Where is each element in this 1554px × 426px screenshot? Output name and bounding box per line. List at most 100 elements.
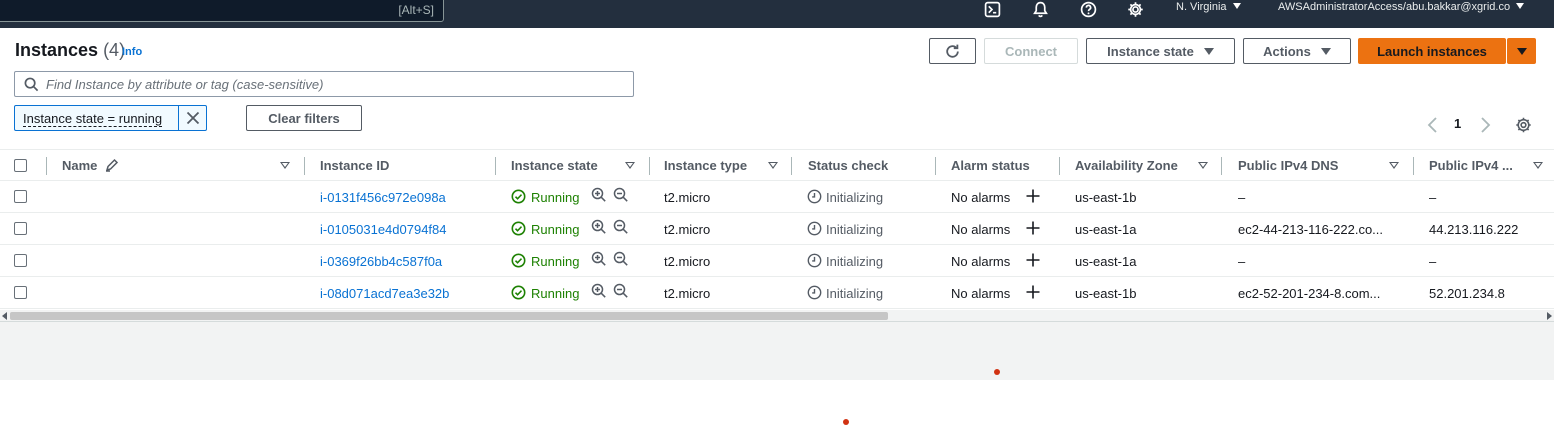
check-circle-icon (511, 285, 526, 300)
zoom-out-icon[interactable] (613, 187, 629, 203)
column-header-name[interactable]: Name (62, 158, 119, 173)
instance-id-link[interactable]: i-0105031e4d0794f84 (320, 222, 447, 237)
instance-type: t2.micro (664, 190, 711, 205)
scrollbar-thumb[interactable] (10, 312, 888, 320)
chevron-down-icon (1516, 47, 1527, 55)
public-ip: 52.201.234.8 (1429, 286, 1505, 301)
zoom-out-icon[interactable] (613, 283, 629, 299)
cloudshell-icon[interactable] (982, 0, 1002, 18)
top-nav: [Alt+S] N. Virginia AWSAdministratorAcce… (0, 0, 1554, 28)
refresh-button[interactable] (929, 38, 976, 64)
instance-state-button[interactable]: Instance state (1086, 38, 1235, 64)
zoom-in-icon[interactable] (591, 283, 607, 299)
scroll-left-icon[interactable] (2, 312, 7, 320)
add-alarm-icon[interactable] (1025, 284, 1041, 300)
table-row[interactable]: i-0105031e4d0794f84 Running t2.micro Ini… (0, 213, 1554, 245)
row-checkbox[interactable] (14, 254, 27, 267)
previous-page-icon[interactable] (1426, 116, 1440, 134)
table-row[interactable]: i-08d071acd7ea3e32b Running t2.micro Ini… (0, 277, 1554, 309)
alarm-status: No alarms (951, 222, 1011, 237)
sort-icon[interactable] (1533, 162, 1543, 169)
sort-icon[interactable] (1389, 162, 1399, 169)
account-menu[interactable]: AWSAdministratorAccess/abu.bakkar@xgrid.… (1278, 1, 1525, 13)
region-selector[interactable]: N. Virginia (1176, 1, 1241, 13)
page-title-text: Instances (15, 40, 99, 60)
column-header-instance-type[interactable]: Instance type (664, 158, 747, 173)
row-checkbox[interactable] (14, 222, 27, 235)
column-divider (495, 157, 496, 175)
notifications-icon[interactable] (1030, 0, 1050, 18)
column-header-public-ipv4[interactable]: Public IPv4 ... (1429, 158, 1513, 173)
global-search[interactable]: [Alt+S] (0, 0, 444, 22)
column-header-alarm-status[interactable]: Alarm status (951, 158, 1030, 173)
region-label: N. Virginia (1176, 1, 1227, 13)
availability-zone: us-east-1b (1075, 286, 1137, 301)
column-header-public-ipv4-dns[interactable]: Public IPv4 DNS (1238, 158, 1338, 173)
instance-id-link[interactable]: i-0131f456c972e098a (320, 190, 446, 205)
split-panel-area (0, 322, 1554, 380)
clock-icon (807, 189, 822, 204)
filter-token-text: Instance state = running (23, 111, 163, 127)
check-circle-icon (511, 253, 526, 268)
clock-icon (807, 285, 822, 300)
page-title: Instances (4) (15, 40, 125, 61)
search-input[interactable] (46, 75, 626, 93)
zoom-out-icon[interactable] (613, 251, 629, 267)
help-icon[interactable] (1078, 0, 1098, 18)
row-checkbox[interactable] (14, 190, 27, 203)
sort-icon[interactable] (625, 162, 635, 169)
instance-id-link[interactable]: i-0369f26bb4c587f0a (320, 254, 442, 269)
check-circle-icon (511, 221, 526, 236)
scroll-right-icon[interactable] (1547, 312, 1552, 320)
zoom-in-icon[interactable] (591, 187, 607, 203)
clear-filters-button[interactable]: Clear filters (246, 105, 362, 131)
actions-button[interactable]: Actions (1243, 38, 1351, 64)
add-alarm-icon[interactable] (1025, 220, 1041, 236)
column-divider (1221, 157, 1222, 175)
refresh-icon (946, 44, 959, 58)
status-check: Initializing (826, 190, 884, 205)
zoom-in-icon[interactable] (591, 251, 607, 267)
add-alarm-icon[interactable] (1025, 188, 1041, 204)
connect-button[interactable]: Connect (984, 38, 1078, 64)
launch-instances-button[interactable]: Launch instances (1358, 38, 1506, 64)
instance-search[interactable] (14, 71, 634, 97)
zoom-out-icon[interactable] (613, 219, 629, 235)
status-check: Initializing (826, 254, 884, 269)
launch-options-button[interactable] (1507, 38, 1536, 64)
launch-instances-label: Launch instances (1377, 43, 1487, 59)
column-header-instance-state[interactable]: Instance state (511, 158, 598, 173)
zoom-in-icon[interactable] (591, 219, 607, 235)
instance-id-link[interactable]: i-08d071acd7ea3e32b (320, 286, 449, 301)
search-shortcut: [Alt+S] (398, 3, 434, 17)
table-row[interactable]: i-0131f456c972e098a Running t2.micro Ini… (0, 181, 1554, 213)
column-divider (1413, 157, 1414, 175)
remove-filter-button[interactable] (179, 106, 206, 130)
row-checkbox[interactable] (14, 286, 27, 299)
column-header-instance-id[interactable]: Instance ID (320, 158, 389, 173)
add-alarm-icon[interactable] (1025, 252, 1041, 268)
public-dns: ec2-52-201-234-8.com... (1238, 286, 1381, 301)
select-all-checkbox[interactable] (14, 159, 27, 172)
settings-icon[interactable] (1125, 0, 1145, 18)
column-divider (1059, 157, 1060, 175)
table-preferences-icon[interactable] (1515, 116, 1532, 134)
table-row[interactable]: i-0369f26bb4c587f0a Running t2.micro Ini… (0, 245, 1554, 277)
sort-icon[interactable] (280, 162, 290, 169)
filter-token: Instance state = running (14, 105, 207, 131)
chevron-down-icon (1203, 47, 1214, 55)
search-icon (24, 77, 39, 92)
column-header-status-check[interactable]: Status check (808, 158, 888, 173)
horizontal-scrollbar[interactable] (0, 310, 1554, 322)
sort-icon[interactable] (1198, 162, 1208, 169)
info-link[interactable]: Info (122, 46, 142, 58)
filter-token-label[interactable]: Instance state = running (15, 106, 179, 130)
column-divider (649, 157, 650, 175)
column-divider (46, 157, 47, 175)
sort-icon[interactable] (768, 162, 778, 169)
column-header-availability-zone[interactable]: Availability Zone (1075, 158, 1178, 173)
public-ip: – (1429, 254, 1437, 269)
alarm-status: No alarms (951, 190, 1011, 205)
current-page[interactable]: 1 (1454, 116, 1461, 131)
next-page-icon[interactable] (1478, 116, 1492, 134)
